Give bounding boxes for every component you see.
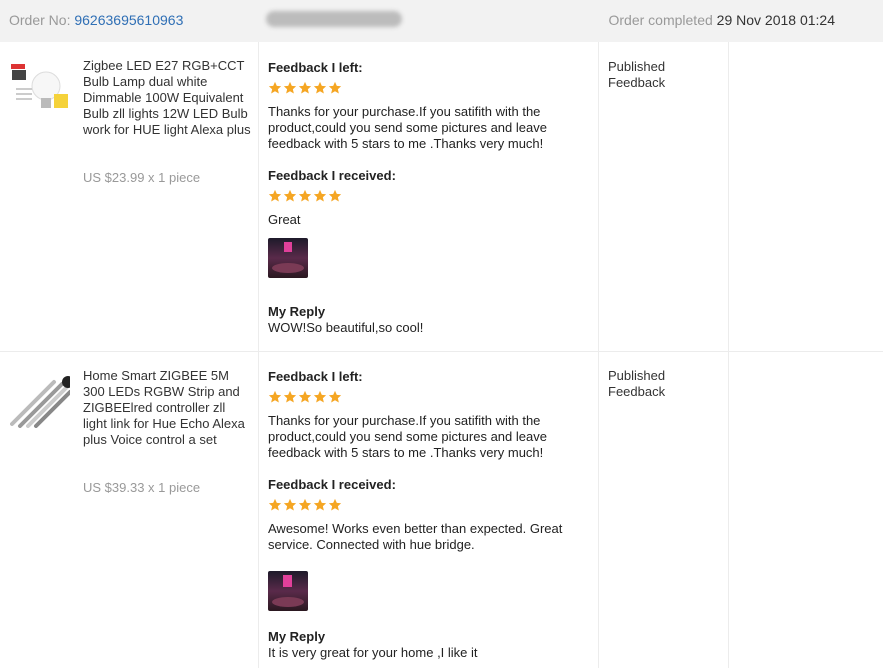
feedback-row: Zigbee LED E27 RGB+CCT Bulb Lamp dual wh… bbox=[0, 42, 883, 352]
order-header: Order No: 96263695610963 Order completed… bbox=[0, 0, 883, 42]
my-reply-heading: My Reply bbox=[268, 304, 326, 319]
feedback-status: Published Feedback bbox=[608, 59, 666, 90]
my-reply-section: My Reply WOW!So beautiful,so cool! bbox=[268, 304, 590, 336]
product-price: US $23.99 x 1 piece bbox=[83, 170, 201, 185]
feedback-received-stars bbox=[268, 498, 590, 512]
star-icon bbox=[268, 498, 282, 512]
star-icon bbox=[283, 81, 297, 95]
star-icon bbox=[313, 498, 327, 512]
feedback-left-text: Thanks for your purchase.If you satifith… bbox=[268, 104, 547, 151]
my-reply-text: It is very great for your home ,I like i… bbox=[268, 645, 478, 660]
star-icon bbox=[283, 189, 297, 203]
feedback-received-text: Great bbox=[268, 212, 301, 227]
star-icon bbox=[268, 189, 282, 203]
feedback-row: Home Smart ZIGBEE 5M 300 LEDs RGBW Strip… bbox=[0, 352, 883, 668]
star-icon bbox=[313, 390, 327, 404]
my-reply-heading: My Reply bbox=[268, 629, 326, 644]
buyer-photo-thumbnail[interactable] bbox=[268, 238, 308, 278]
order-number-label: Order No: 96263695610963 bbox=[9, 12, 183, 28]
star-icon bbox=[283, 390, 297, 404]
feedback-left-heading: Feedback I left: bbox=[268, 369, 363, 384]
order-status: Order completed 29 Nov 2018 01:24 bbox=[609, 12, 836, 28]
star-icon bbox=[313, 189, 327, 203]
feedback-received-heading: Feedback I received: bbox=[268, 477, 396, 492]
product-title-link[interactable]: Home Smart ZIGBEE 5M 300 LEDs RGBW Strip… bbox=[83, 368, 251, 448]
feedback-left-stars bbox=[268, 81, 590, 95]
feedback-received-section: Feedback I received: Awesome! Works even… bbox=[268, 477, 590, 611]
feedback-status: Published Feedback bbox=[608, 368, 666, 399]
my-reply-text: WOW!So beautiful,so cool! bbox=[268, 320, 424, 335]
star-icon bbox=[328, 189, 342, 203]
order-status-label: Order completed bbox=[608, 12, 717, 28]
star-icon bbox=[298, 81, 312, 95]
star-icon bbox=[268, 81, 282, 95]
feedback-left-section: Feedback I left: Thanks for your purchas… bbox=[268, 60, 590, 152]
led-strip-product-image[interactable] bbox=[10, 368, 74, 428]
star-icon bbox=[268, 390, 282, 404]
feedback-left-stars bbox=[268, 390, 590, 404]
star-icon bbox=[328, 390, 342, 404]
redacted-seller-name bbox=[266, 11, 402, 27]
feedback-received-text: Awesome! Works even better than expected… bbox=[268, 521, 563, 552]
feedback-received-section: Feedback I received: Great bbox=[268, 168, 590, 278]
order-completed-date: 29 Nov 2018 01:24 bbox=[716, 12, 835, 28]
product-title-link[interactable]: Zigbee LED E27 RGB+CCT Bulb Lamp dual wh… bbox=[83, 58, 251, 138]
my-reply-section: My Reply It is very great for your home … bbox=[268, 629, 590, 661]
star-icon bbox=[298, 189, 312, 203]
feedback-received-heading: Feedback I received: bbox=[268, 168, 396, 183]
feedback-left-text: Thanks for your purchase.If you satifith… bbox=[268, 413, 547, 460]
feedback-left-heading: Feedback I left: bbox=[268, 60, 363, 75]
star-icon bbox=[328, 498, 342, 512]
star-icon bbox=[283, 498, 297, 512]
star-icon bbox=[298, 390, 312, 404]
order-number-prefix: Order No: bbox=[9, 12, 75, 28]
star-icon bbox=[298, 498, 312, 512]
buyer-photo-thumbnail[interactable] bbox=[268, 571, 308, 611]
feedback-received-stars bbox=[268, 189, 590, 203]
bulb-product-image[interactable] bbox=[10, 58, 70, 118]
feedback-left-section: Feedback I left: Thanks for your purchas… bbox=[268, 369, 590, 461]
star-icon bbox=[328, 81, 342, 95]
product-price: US $39.33 x 1 piece bbox=[83, 480, 201, 495]
order-number-link[interactable]: 96263695610963 bbox=[74, 12, 183, 28]
star-icon bbox=[313, 81, 327, 95]
